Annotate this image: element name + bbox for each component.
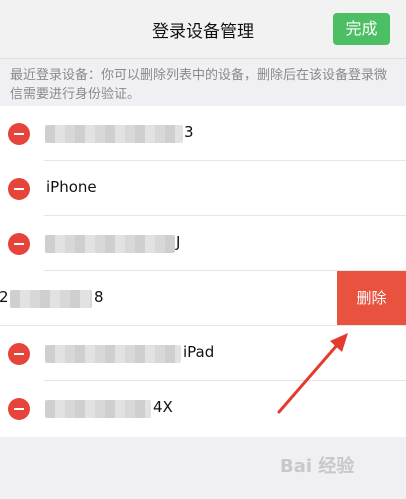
watermark: Bai 经验 bbox=[280, 456, 355, 477]
annotation-arrow-icon bbox=[277, 333, 348, 414]
